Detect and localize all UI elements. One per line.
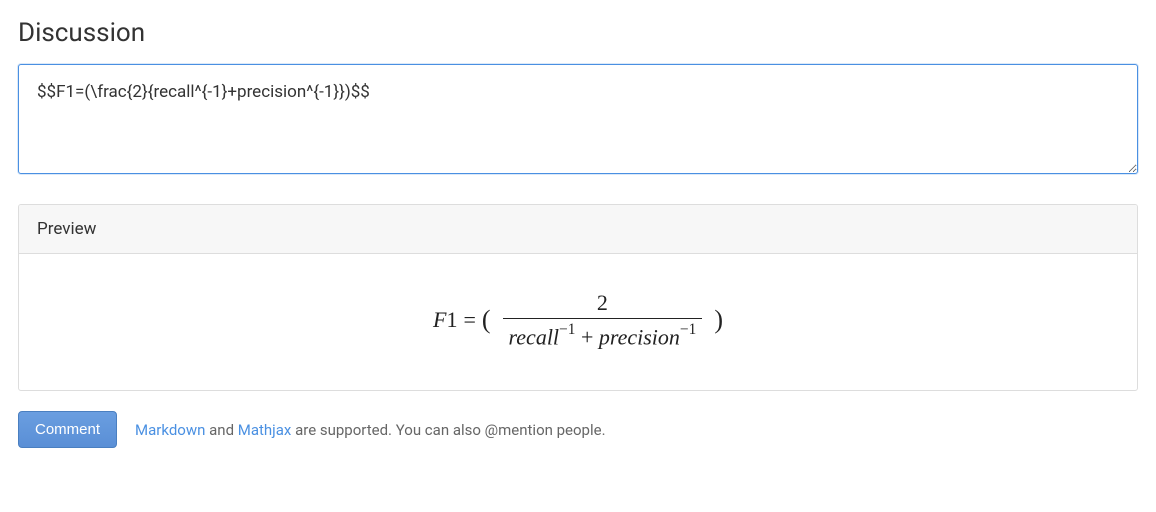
preview-panel: Preview F1 = ( 2 recall−1 + precision−1 … (18, 204, 1138, 391)
preview-label: Preview (19, 205, 1137, 254)
footer-row: Comment Markdown and Mathjax are support… (18, 411, 1138, 448)
math-lhs-num: 1 (446, 307, 457, 332)
hint-text: Markdown and Mathjax are supported. You … (135, 421, 606, 439)
math-recall: recall (509, 324, 560, 349)
math-exp1: −1 (559, 321, 575, 338)
math-lhs-var: F (433, 307, 446, 332)
discussion-heading: Discussion (18, 18, 1138, 48)
comment-button[interactable]: Comment (18, 411, 117, 448)
math-precision: precision (599, 324, 680, 349)
math-numerator: 2 (591, 290, 614, 318)
math-lparen: ( (482, 305, 491, 335)
preview-content: F1 = ( 2 recall−1 + precision−1 ) (19, 254, 1137, 390)
math-exp2: −1 (680, 321, 696, 338)
math-formula: F1 = ( 2 recall−1 + precision−1 ) (433, 290, 723, 350)
comment-input[interactable] (18, 64, 1138, 174)
math-plus: + (581, 324, 599, 349)
math-denominator: recall−1 + precision−1 (503, 318, 703, 350)
markdown-link[interactable]: Markdown (135, 421, 205, 439)
math-equals: = (463, 307, 475, 333)
hint-rest: are supported. You can also @mention peo… (291, 421, 605, 439)
mathjax-link[interactable]: Mathjax (238, 421, 292, 439)
math-fraction: 2 recall−1 + precision−1 (503, 290, 703, 350)
math-rparen: ) (714, 305, 723, 335)
hint-and: and (205, 421, 237, 439)
